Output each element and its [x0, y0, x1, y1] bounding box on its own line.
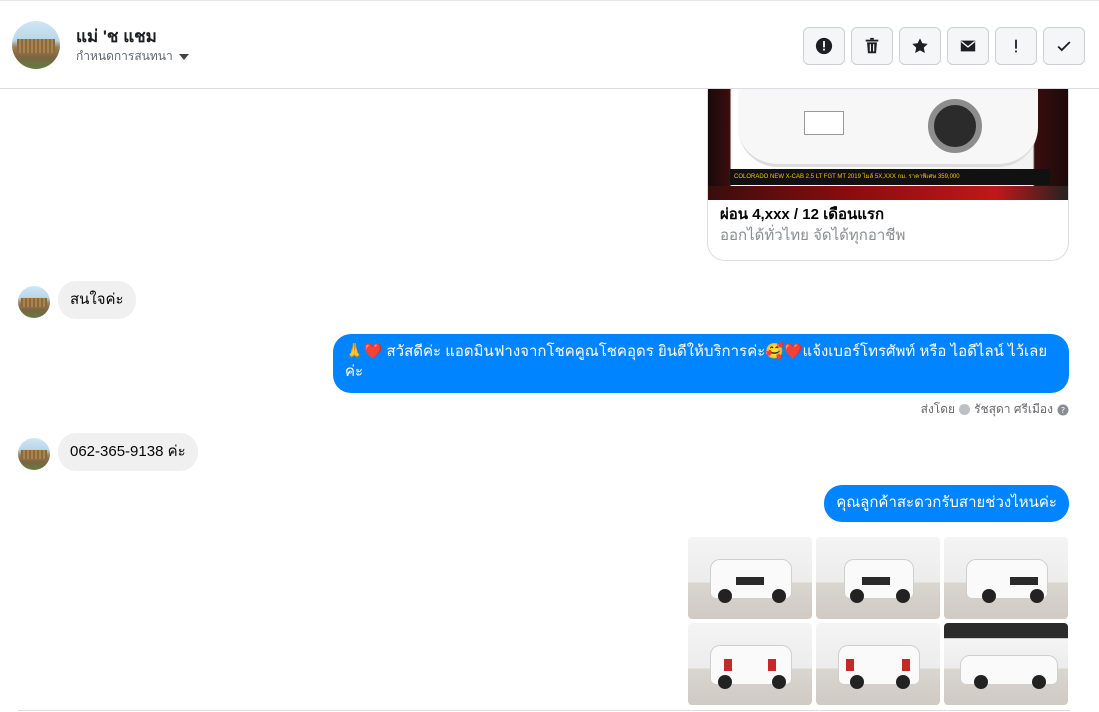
delete-button[interactable] [851, 27, 893, 65]
photo-thumbnail[interactable] [944, 537, 1068, 619]
sent-by-name[interactable]: รัชสุดา ศรีเมือง [974, 400, 1053, 419]
trash-icon [865, 37, 879, 54]
alert-circle-icon [815, 37, 833, 55]
check-icon [1057, 41, 1071, 52]
incoming-message[interactable]: สนใจค่ะ [58, 281, 136, 319]
contact-avatar[interactable] [12, 21, 60, 69]
ad-card-subtitle: ออกได้ทั่วไทย จัดได้ทุกอาชีพ [720, 227, 906, 244]
header-actions [803, 27, 1085, 65]
incoming-message[interactable]: 062-365-9138 ค่ะ [58, 433, 198, 471]
car-image [738, 89, 1038, 167]
conversation-header: แม่ 'ช แชม กำหนดการสนทนา [0, 0, 1099, 89]
mark-unread-button[interactable] [947, 27, 989, 65]
sent-by-line: ส่งโดย รัชสุดา ศรีเมือง ? [921, 400, 1069, 419]
star-button[interactable] [899, 27, 941, 65]
outgoing-message[interactable]: คุณลูกค้าสะดวกรับสายช่วงไหนค่ะ [824, 485, 1069, 522]
conversation-settings[interactable]: กำหนดการสนทนา [76, 47, 189, 66]
svg-text:?: ? [1061, 406, 1065, 415]
mark-spam-button[interactable] [803, 27, 845, 65]
photo-thumbnail[interactable] [688, 537, 812, 619]
page-icon [959, 404, 971, 415]
outgoing-message[interactable]: 🙏❤️ สวัสดีค่ะ แอดมินฟางจากโชคคูณโชคอุดร … [333, 334, 1069, 393]
help-icon[interactable]: ? [1057, 404, 1069, 416]
photo-thumbnail[interactable] [944, 623, 1068, 705]
ad-red-bar [708, 186, 1068, 200]
photo-thumbnail[interactable] [688, 623, 812, 705]
wheel [928, 99, 982, 153]
photo-thumbnail[interactable] [816, 537, 940, 619]
contact-avatar-small[interactable] [18, 438, 50, 470]
photo-thumbnail[interactable] [816, 623, 940, 705]
follow-up-button[interactable] [995, 27, 1037, 65]
contact-name[interactable]: แม่ 'ช แชม [76, 23, 157, 50]
ad-strip-text: COLORADO NEW X-CAB 2.5 LT FGT MT 2019 ไม… [730, 169, 1050, 185]
license-plate [804, 111, 844, 135]
mark-done-button[interactable] [1043, 27, 1085, 65]
ad-card-image: COLORADO NEW X-CAB 2.5 LT FGT MT 2019 ไม… [708, 89, 1068, 200]
contact-avatar-small[interactable] [18, 286, 50, 318]
photo-gallery [688, 537, 1069, 705]
sent-by-label: ส่งโดย [920, 402, 956, 416]
conversation-settings-label: กำหนดการสนทนา [76, 49, 173, 63]
composer-divider [18, 710, 1070, 711]
caret-down-icon [178, 53, 189, 60]
exclamation-icon [1015, 39, 1017, 53]
star-icon [912, 38, 928, 54]
ad-card[interactable]: COLORADO NEW X-CAB 2.5 LT FGT MT 2019 ไม… [707, 89, 1069, 261]
envelope-icon [960, 40, 976, 52]
